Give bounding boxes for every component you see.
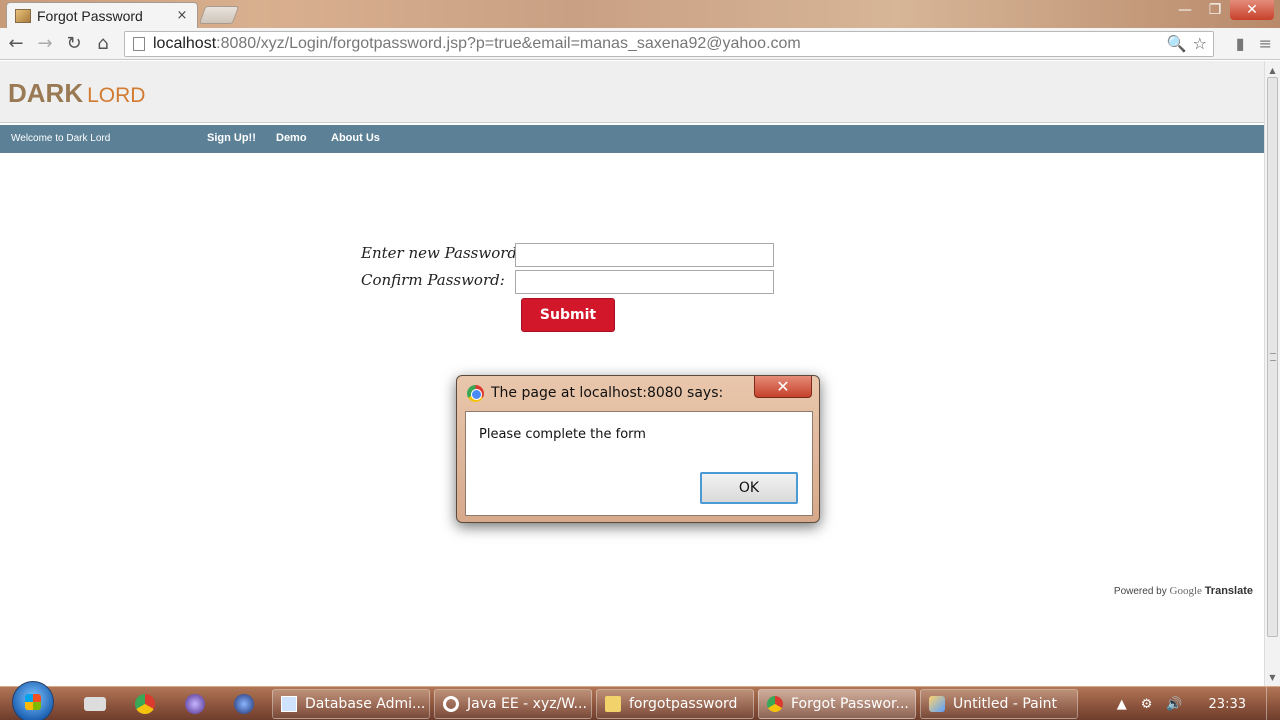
show-hidden-icons-arrow-icon[interactable]: ▲ (1117, 697, 1127, 712)
start-button[interactable] (12, 681, 54, 720)
dialog-close-button[interactable]: ✕ (754, 376, 812, 398)
tab-title: Forgot Password (37, 7, 143, 24)
confirm-password-input[interactable] (515, 270, 774, 294)
google-logo: Google (1169, 585, 1202, 597)
extension-icons: ▮ ≡ (1236, 34, 1272, 53)
logo-main: DARK (8, 78, 84, 108)
menu-wrench-icon[interactable]: ≡ (1259, 34, 1272, 53)
search-icon[interactable]: 🔍 (1167, 34, 1187, 53)
browser-titlebar: Forgot Password × — ❐ ✕ (0, 0, 1280, 28)
logo-sub: LORD (87, 84, 146, 107)
database-admin-icon (281, 696, 297, 712)
new-password-label: Enter new Password: (361, 244, 523, 262)
bookmark-star-icon[interactable]: ☆ (1193, 34, 1207, 53)
window-controls: — ❐ ✕ (1170, 0, 1274, 20)
submit-button[interactable]: Submit (521, 298, 615, 332)
tab-close-icon[interactable]: × (175, 8, 189, 23)
taskbar-item-java-ee[interactable]: Java EE - xyz/W... (434, 689, 592, 719)
confirm-password-label: Confirm Password: (361, 271, 505, 289)
new-password-input[interactable] (515, 243, 774, 267)
pinned-eclipse-icon[interactable] (185, 694, 205, 714)
taskbar-item-forgotpassword-folder[interactable]: forgotpassword (596, 689, 754, 719)
tab-forgot-password[interactable]: Forgot Password × (6, 2, 198, 28)
page-viewport: DARK LORD Welcome to Dark Lord Sign Up!! … (0, 61, 1264, 686)
nav-link-signup[interactable]: Sign Up!! (207, 132, 256, 144)
clock[interactable]: 23:33 (1209, 697, 1246, 712)
signal-bars-icon[interactable]: ▮ (1236, 34, 1245, 53)
nav-link-about-us[interactable]: About Us (331, 132, 380, 144)
dialog-title: The page at localhost:8080 says: (491, 385, 724, 401)
pinned-chrome-icon[interactable] (135, 694, 155, 714)
window-close-button[interactable]: ✕ (1230, 0, 1274, 20)
scroll-up-arrow-icon[interactable]: ▲ (1265, 63, 1280, 77)
dialog-ok-button[interactable]: OK (700, 472, 798, 504)
taskbar-item-forgot-password-chrome[interactable]: Forgot Passwor... (758, 689, 916, 719)
chrome-icon (467, 385, 484, 402)
taskbar-item-database-admin[interactable]: Database Admi... (272, 689, 430, 719)
new-tab-button[interactable] (198, 6, 240, 24)
java-ee-gear-icon (443, 696, 459, 712)
volume-icon[interactable]: 🔊 (1166, 697, 1182, 712)
minimize-button[interactable]: — (1170, 0, 1200, 20)
omnibox-icons: 🔍 ☆ (1167, 34, 1207, 53)
dialog-message: Please complete the form (479, 427, 646, 442)
page-icon (133, 37, 145, 51)
browser-toolbar: ← → ↻ ⌂ localhost:8080/xyz/Login/forgotp… (0, 28, 1280, 60)
chrome-icon (767, 696, 783, 712)
address-bar[interactable]: localhost:8080/xyz/Login/forgotpassword.… (124, 31, 1214, 57)
powered-by-google-translate[interactable]: Powered by Google Translate (1114, 585, 1253, 597)
site-navbar: Welcome to Dark Lord Sign Up!! Demo Abou… (0, 125, 1264, 153)
taskbar-item-paint[interactable]: Untitled - Paint (920, 689, 1078, 719)
back-arrow-icon[interactable]: ← (3, 31, 29, 57)
translate-link[interactable]: Translate (1205, 585, 1253, 597)
powered-by-text: Powered by (1113, 586, 1167, 597)
tab-favicon-icon (15, 8, 31, 23)
dialog-body: Please complete the form OK (465, 411, 813, 516)
paint-icon (929, 696, 945, 712)
site-header: DARK LORD (0, 61, 1264, 123)
settings-gear-icon[interactable]: ⚙ (1141, 697, 1153, 712)
reload-icon[interactable]: ↻ (61, 31, 87, 57)
site-logo: DARK LORD (8, 78, 145, 109)
windows-taskbar: Database Admi... Java EE - xyz/W... forg… (0, 681, 1280, 720)
nav-link-demo[interactable]: Demo (276, 132, 307, 144)
page-scrollbar[interactable]: ▲ ▼ (1264, 61, 1280, 686)
forward-arrow-icon[interactable]: → (32, 31, 58, 57)
system-tray: ▲ ⚙ 🔊 23:33 (1117, 687, 1280, 720)
thumb-grip-icon (1270, 353, 1276, 361)
pinned-eclipse-ee-icon[interactable] (234, 694, 254, 714)
show-desktop-button[interactable] (1266, 687, 1280, 720)
home-icon[interactable]: ⌂ (90, 31, 116, 57)
scroll-down-arrow-icon[interactable]: ▼ (1265, 670, 1280, 684)
maximize-button[interactable]: ❐ (1200, 0, 1230, 20)
url-text: localhost:8080/xyz/Login/forgotpassword.… (153, 35, 801, 52)
welcome-text: Welcome to Dark Lord (11, 133, 111, 144)
scroll-thumb[interactable] (1267, 77, 1278, 637)
folder-icon (605, 696, 621, 712)
pinned-app-icon[interactable] (84, 697, 106, 711)
alert-dialog: The page at localhost:8080 says: ✕ Pleas… (456, 375, 820, 523)
